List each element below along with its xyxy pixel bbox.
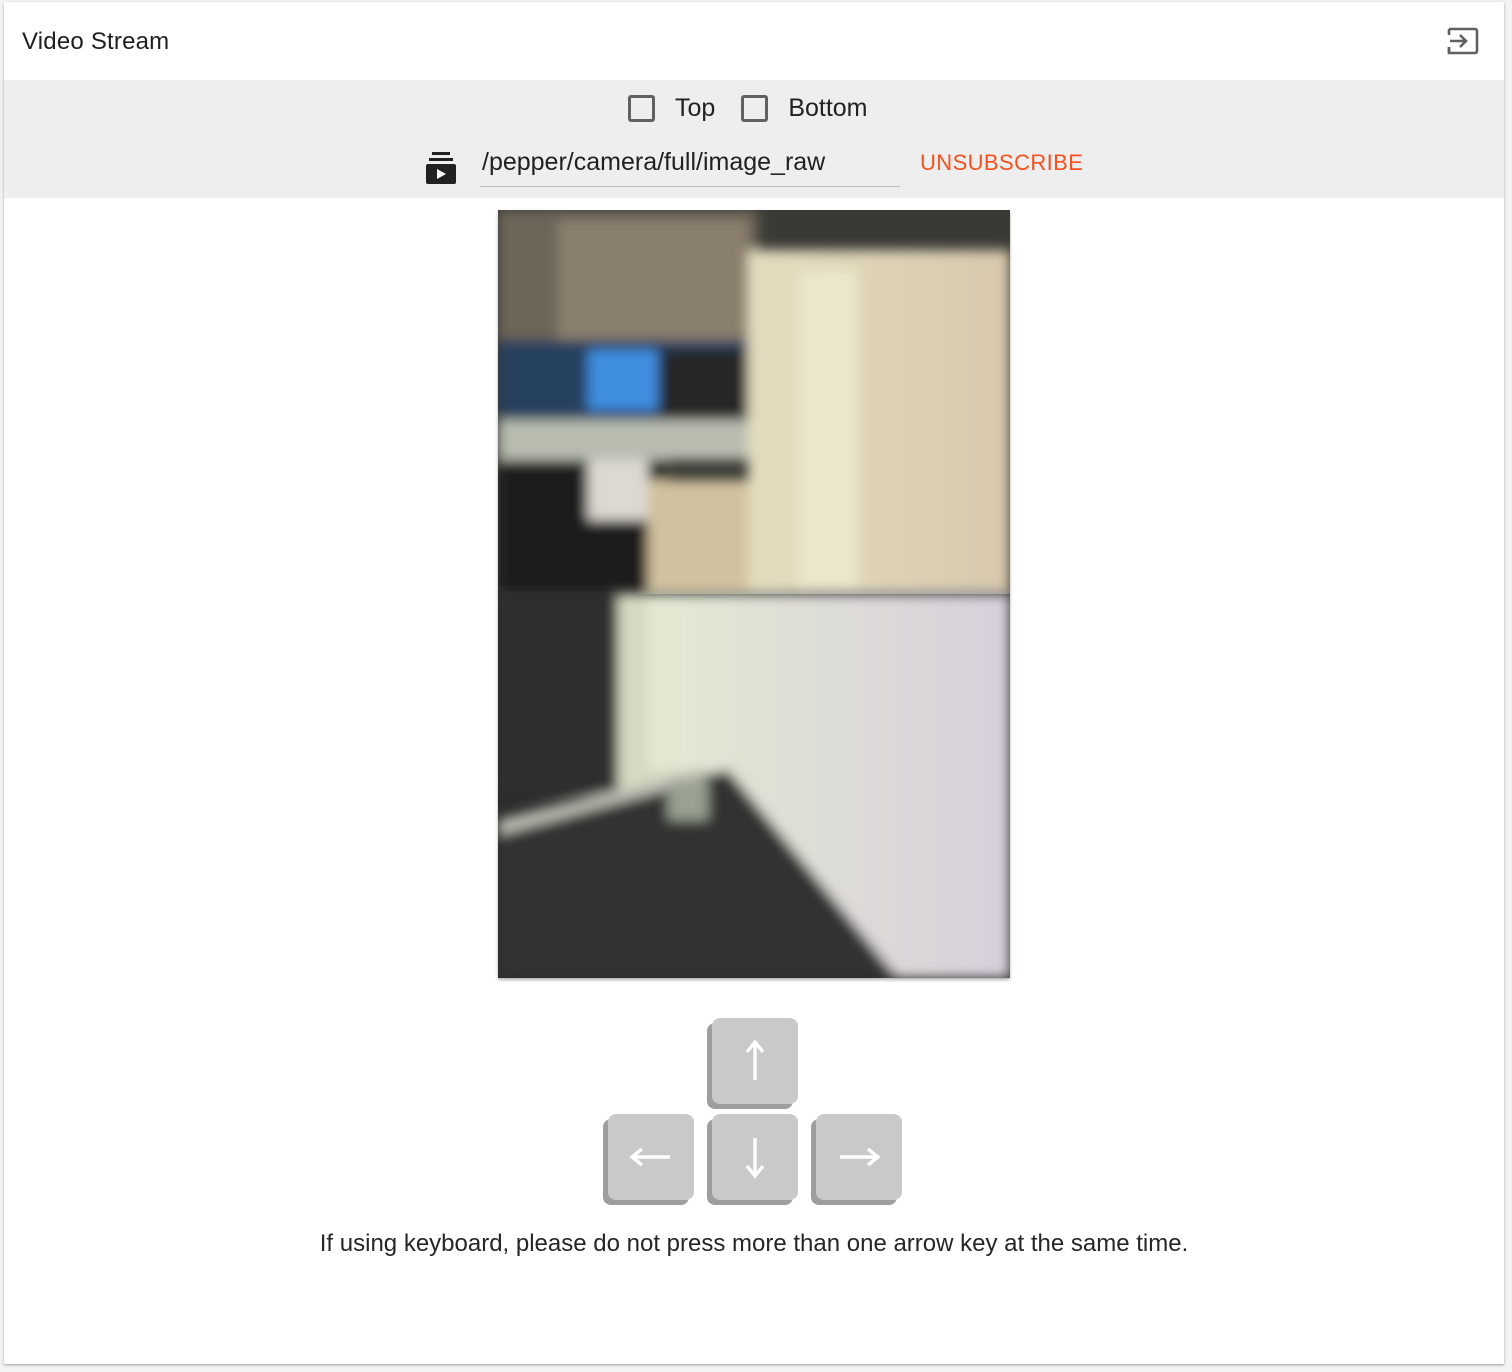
panel-header: Video Stream [4, 2, 1504, 80]
panel-title: Video Stream [22, 28, 170, 55]
camera-image [498, 210, 1010, 978]
topic-input[interactable] [480, 142, 900, 182]
arrow-right-key[interactable] [816, 1114, 902, 1200]
arrow-right-icon [840, 1147, 881, 1167]
unsubscribe-button[interactable]: UNSUBSCRIBE [920, 150, 1083, 176]
checkbox-label-top: Top [675, 93, 716, 122]
arrow-down-icon [745, 1138, 765, 1179]
video-stream-panel: Video Stream Top Bottom /pepper/camera/f… [4, 2, 1504, 1364]
arrow-up-key[interactable] [712, 1018, 798, 1104]
arrow-down-key[interactable] [712, 1114, 798, 1200]
checkbox-box[interactable] [741, 94, 769, 122]
arrow-up-icon [745, 1039, 765, 1080]
arrow-left-key[interactable] [608, 1114, 694, 1200]
bottom-camera-checkbox[interactable]: Bottom [741, 93, 868, 123]
video-frame [498, 210, 1010, 978]
topic-field[interactable] [480, 142, 900, 187]
checkbox-box[interactable] [628, 94, 655, 122]
keyboard-note: If using keyboard, please do not press m… [319, 1230, 1189, 1257]
arrow-left-icon [629, 1147, 670, 1167]
top-camera-checkbox[interactable]: Top [628, 94, 715, 123]
camera-toggle-group: Top Bottom [628, 90, 894, 126]
checkbox-label-bottom: Bottom [788, 93, 868, 122]
subscriptions-icon [424, 150, 458, 186]
exit-to-app-icon[interactable] [1446, 24, 1480, 58]
stream-toolbar: Top Bottom UNSUBSCRIBE [4, 80, 1504, 198]
